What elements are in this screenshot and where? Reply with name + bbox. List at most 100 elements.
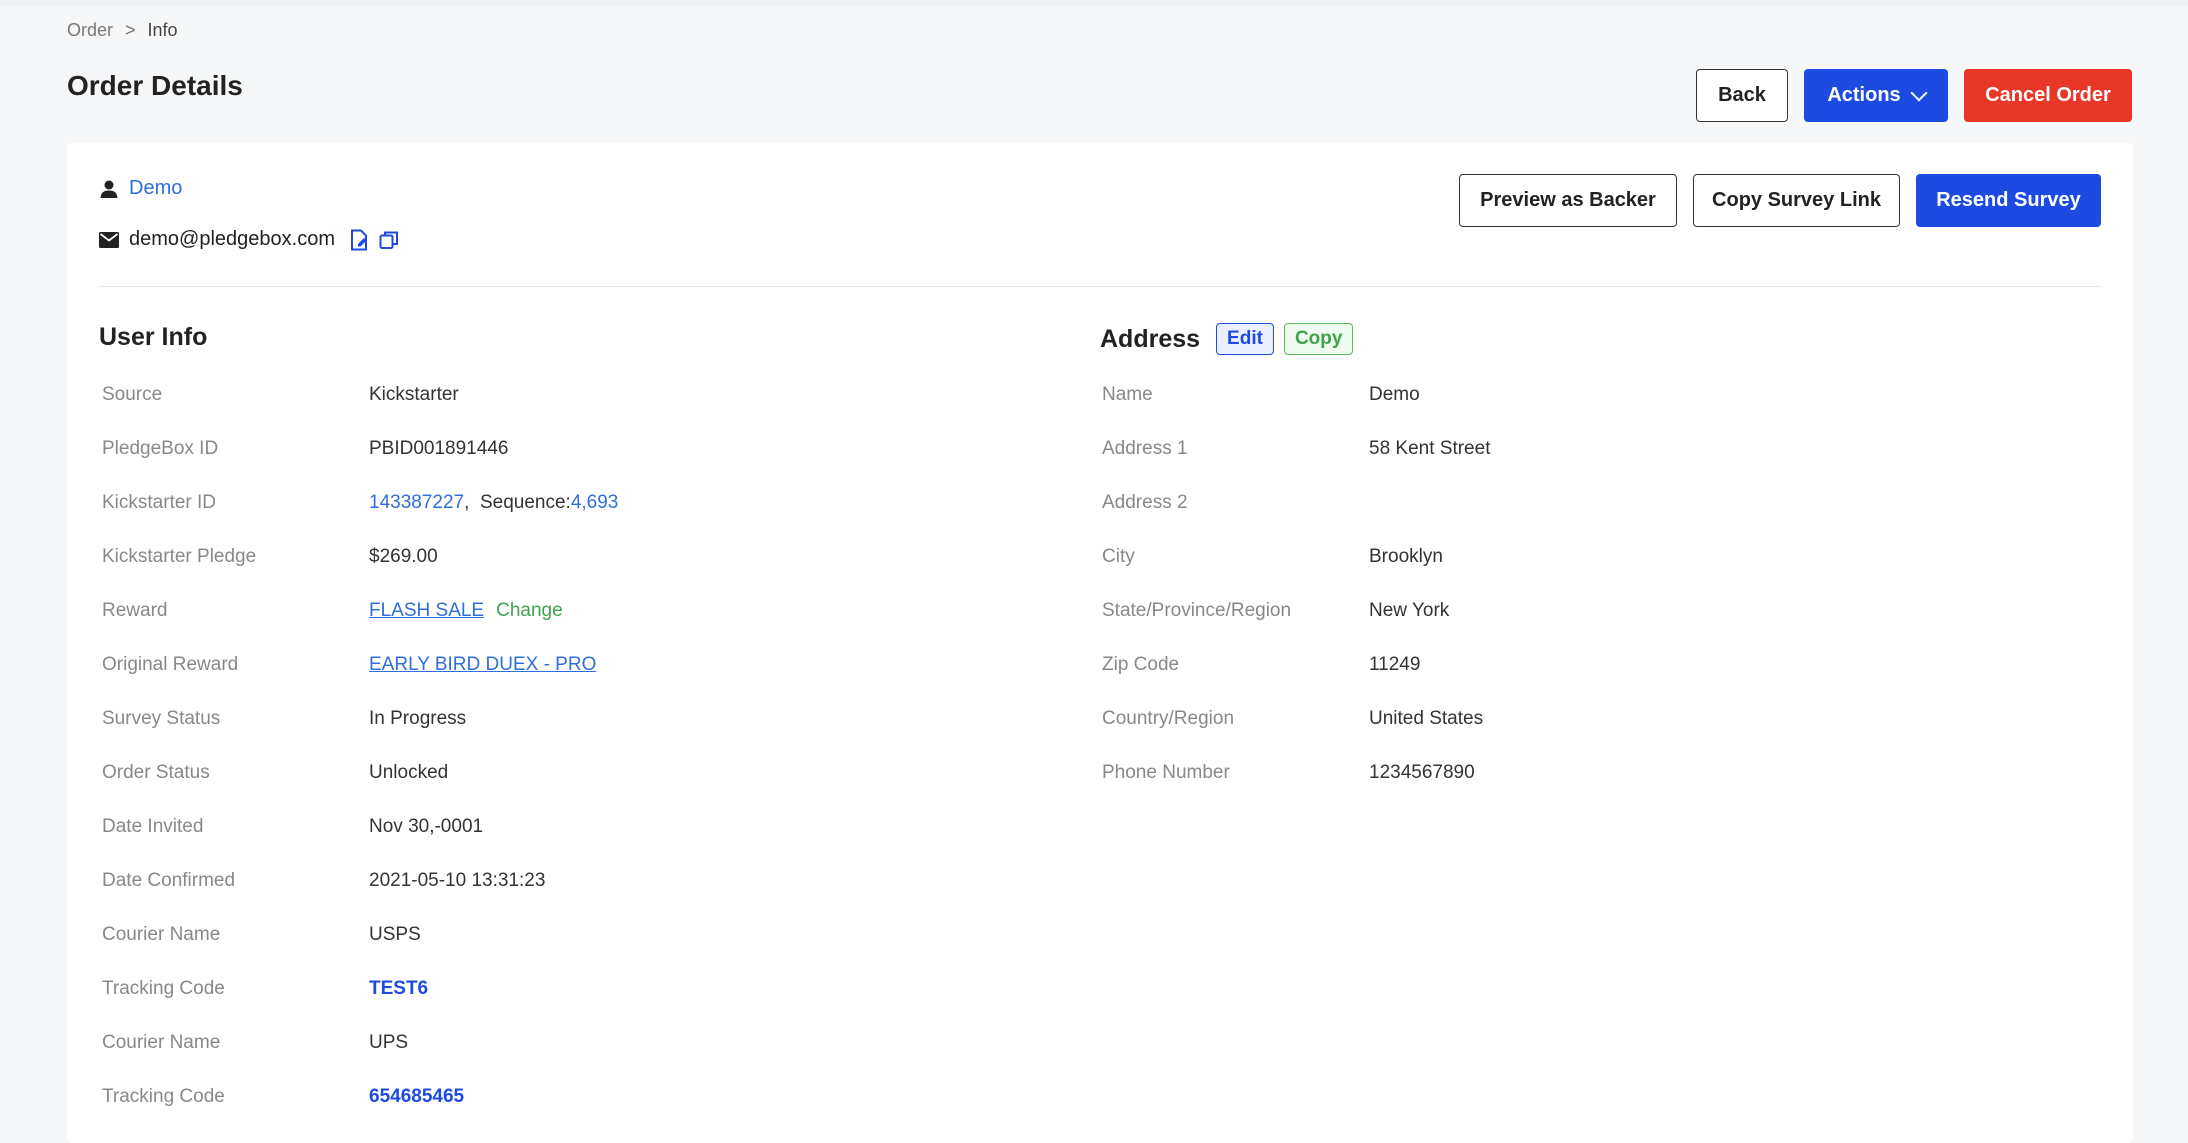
address-list: Name Demo Address 1 58 Kent Street Addre… bbox=[1102, 384, 1490, 816]
breadcrumb-separator: > bbox=[125, 20, 136, 40]
tracking-code-link[interactable]: 654685465 bbox=[369, 1086, 464, 1108]
edit-address-button[interactable]: Edit bbox=[1216, 323, 1274, 355]
info-row-kickstarter-pledge: Kickstarter Pledge $269.00 bbox=[102, 546, 618, 600]
row-label: Name bbox=[1102, 384, 1153, 405]
row-label: Date Confirmed bbox=[102, 870, 236, 891]
row-label: PledgeBox ID bbox=[102, 438, 219, 459]
row-value: Kickstarter bbox=[369, 384, 459, 405]
address-title: Address bbox=[1100, 324, 1201, 353]
row-value: 11249 bbox=[1369, 654, 1421, 675]
row-value: Demo bbox=[1369, 384, 1420, 405]
address-row-phone: Phone Number 1234567890 bbox=[1102, 762, 1490, 816]
tracking-code-link[interactable]: TEST6 bbox=[369, 978, 428, 1000]
row-label: Kickstarter ID bbox=[102, 492, 217, 513]
breadcrumb: Order > Info bbox=[67, 20, 178, 41]
back-button-label: Back bbox=[1718, 84, 1766, 106]
info-row-tracking-code: Tracking Code TEST6 bbox=[102, 978, 618, 1032]
user-email: demo@pledgebox.com bbox=[129, 228, 335, 250]
chevron-down-icon bbox=[1910, 84, 1928, 101]
user-name-line: Demo bbox=[99, 177, 182, 200]
info-row-courier-name: Courier Name USPS bbox=[102, 924, 618, 978]
copy-survey-link-label: Copy Survey Link bbox=[1712, 189, 1881, 211]
resend-survey-label: Resend Survey bbox=[1936, 189, 2081, 211]
change-reward-link[interactable]: Change bbox=[496, 600, 563, 621]
user-name-link[interactable]: Demo bbox=[129, 177, 182, 200]
info-row-source: Source Kickstarter bbox=[102, 384, 618, 438]
row-label: Date Invited bbox=[102, 816, 204, 837]
copy-address-button[interactable]: Copy bbox=[1283, 323, 1354, 355]
original-reward-link[interactable]: EARLY BIRD DUEX - PRO bbox=[369, 654, 596, 676]
row-label: Address 1 bbox=[1102, 438, 1188, 459]
row-label: City bbox=[1102, 546, 1135, 567]
row-label: Reward bbox=[102, 600, 168, 621]
row-label: Courier Name bbox=[102, 924, 221, 945]
page-title: Order Details bbox=[67, 70, 243, 101]
actions-dropdown-button[interactable]: Actions bbox=[1804, 69, 1948, 122]
row-value: PBID001891446 bbox=[369, 438, 509, 459]
row-label: Source bbox=[102, 384, 163, 405]
row-value: 2021-05-10 13:31:23 bbox=[369, 870, 546, 891]
back-button[interactable]: Back bbox=[1696, 69, 1788, 122]
row-value: New York bbox=[1369, 600, 1450, 621]
cancel-order-label: Cancel Order bbox=[1985, 84, 2111, 106]
row-label: Country/Region bbox=[1102, 708, 1235, 729]
row-label: Order Status bbox=[102, 762, 210, 783]
copy-email-icon[interactable] bbox=[379, 230, 399, 250]
info-row-date-invited: Date Invited Nov 30,-0001 bbox=[102, 816, 618, 870]
user-info-title: User Info bbox=[99, 323, 208, 351]
row-label: Address 2 bbox=[1102, 492, 1188, 513]
user-info-heading: User Info bbox=[99, 323, 207, 352]
info-row-order-status: Order Status Unlocked bbox=[102, 762, 618, 816]
edit-email-icon[interactable] bbox=[349, 229, 369, 251]
header-actions: Back Actions Cancel Order bbox=[1696, 69, 2132, 122]
row-label: Kickstarter Pledge bbox=[102, 546, 257, 567]
row-value: Brooklyn bbox=[1369, 546, 1443, 567]
survey-actions: Preview as Backer Copy Survey Link Resen… bbox=[1459, 174, 2101, 227]
row-label: Phone Number bbox=[1102, 762, 1230, 783]
info-row-kickstarter-id: Kickstarter ID 143387227, Sequence:4,693 bbox=[102, 492, 618, 546]
user-icon bbox=[99, 179, 119, 199]
resend-survey-button[interactable]: Resend Survey bbox=[1916, 174, 2101, 227]
row-value: In Progress bbox=[369, 708, 467, 729]
mail-icon bbox=[99, 231, 119, 248]
address-row-zip: Zip Code 11249 bbox=[1102, 654, 1490, 708]
info-row-date-confirmed: Date Confirmed 2021-05-10 13:31:23 bbox=[102, 870, 618, 924]
info-row-original-reward: Original Reward EARLY BIRD DUEX - PRO bbox=[102, 654, 618, 708]
breadcrumb-current: Info bbox=[147, 20, 178, 40]
info-row-reward: Reward FLASH SALE Change bbox=[102, 600, 618, 654]
address-row-name: Name Demo bbox=[1102, 384, 1490, 438]
info-row-tracking-code: Tracking Code 654685465 bbox=[102, 1086, 618, 1140]
user-info-list: Source Kickstarter PledgeBox ID PBID0018… bbox=[102, 384, 618, 1140]
info-row-courier-name: Courier Name UPS bbox=[102, 1032, 618, 1086]
row-value: UPS bbox=[369, 1032, 409, 1053]
kickstarter-id-link[interactable]: 143387227 bbox=[369, 492, 464, 513]
top-bar bbox=[0, 0, 2188, 6]
preview-as-backer-label: Preview as Backer bbox=[1480, 189, 1656, 211]
row-value: 1234567890 bbox=[1369, 762, 1475, 783]
row-label: Tracking Code bbox=[102, 978, 225, 999]
address-row-address2: Address 2 bbox=[1102, 492, 1490, 546]
address-row-state: State/Province/Region New York bbox=[1102, 600, 1490, 654]
order-details-card: Demo demo@pledgebox.com Preview as Backe… bbox=[67, 143, 2133, 1143]
row-label: Courier Name bbox=[102, 1032, 221, 1053]
row-value: 58 Kent Street bbox=[1369, 438, 1491, 459]
info-row-pledgebox-id: PledgeBox ID PBID001891446 bbox=[102, 438, 618, 492]
preview-as-backer-button[interactable]: Preview as Backer bbox=[1459, 174, 1677, 227]
row-value: $269.00 bbox=[369, 546, 438, 567]
row-label: Tracking Code bbox=[102, 1086, 225, 1107]
row-label: Zip Code bbox=[1102, 654, 1180, 675]
sequence-label: Sequence: bbox=[479, 492, 571, 513]
row-value: Nov 30,-0001 bbox=[369, 816, 484, 837]
sequence-link[interactable]: 4,693 bbox=[571, 492, 619, 513]
address-row-address1: Address 1 58 Kent Street bbox=[1102, 438, 1490, 492]
copy-survey-link-button[interactable]: Copy Survey Link bbox=[1693, 174, 1900, 227]
cancel-order-button[interactable]: Cancel Order bbox=[1964, 69, 2132, 122]
row-label: Original Reward bbox=[102, 654, 239, 675]
row-label: Survey Status bbox=[102, 708, 221, 729]
reward-link[interactable]: FLASH SALE bbox=[369, 600, 484, 621]
row-value: Unlocked bbox=[369, 762, 449, 783]
breadcrumb-order-link[interactable]: Order bbox=[67, 20, 113, 41]
address-row-city: City Brooklyn bbox=[1102, 546, 1490, 600]
row-value: USPS bbox=[369, 924, 421, 945]
actions-button-label: Actions bbox=[1827, 84, 1901, 106]
